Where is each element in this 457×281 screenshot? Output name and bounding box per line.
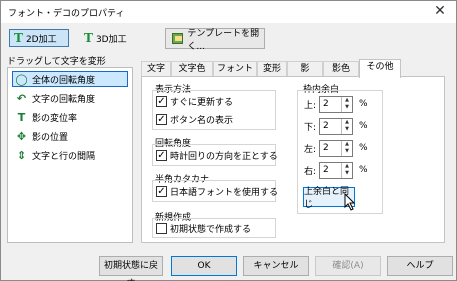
clockwise-checkbox[interactable]: ✓ 時計回りの方向を正とする [156,149,278,162]
margin-left-spinner[interactable]: 2 ▲ ▼ [319,139,353,157]
show-button-names-check[interactable]: ✓ [156,114,167,125]
tab-text[interactable]: 文字 [141,61,171,77]
list-item-label: 影の変位率 [32,113,78,124]
spin-arrows-icon[interactable]: ▲ ▼ [341,162,352,178]
margin-right-unit: % [359,165,368,175]
list-item-whole-rotation[interactable]: ◯ 全体の回転角度 [12,71,128,87]
show-button-names-label: ボタン名の表示 [170,116,234,126]
japanese-font-label: 日本語フォントを使用する [170,188,279,198]
list-item-char-rotation[interactable]: ↶ 文字の回転角度 [12,90,128,106]
tab-other[interactable]: その他 [359,59,401,78]
help-button[interactable]: ヘルプ [387,256,453,276]
mode-3d-label: 3D加工 [95,34,127,45]
tab-shadow-color[interactable]: 影色 [323,61,359,77]
margin-left-unit: % [359,143,368,153]
ok-button[interactable]: OK [171,256,237,276]
margin-top-value[interactable]: 2 [320,99,341,109]
margin-bottom-spinner[interactable]: 2 ▲ ▼ [319,117,353,135]
margin-bottom-unit: % [359,121,368,131]
margin-right-value[interactable]: 2 [320,165,341,175]
tab-strip: 文字 文字色 フォント 変形 影 影色 その他 [141,59,441,78]
rotate-whole-icon: ◯ [15,72,28,86]
clockwise-label: 時計回りの方向を正とする [170,152,278,162]
properties-dialog: フォント・デコのプロパティ ✕ T 2D加工 T 3D加工 テンプレートを開く.… [0,0,457,281]
t-2d-icon: T [14,31,23,45]
open-template-button[interactable]: テンプレートを開く... [165,28,265,52]
list-item-label: 文字の回転角度 [32,94,96,105]
title-bar: フォント・デコのプロパティ ✕ [1,1,456,23]
list-item-label: 影の位置 [32,132,69,143]
rotate-char-icon: ↶ [16,91,27,105]
open-template-label: テンプレートを開く... [187,28,260,52]
margin-right-label: 右: [303,166,316,177]
close-button[interactable]: ✕ [428,3,452,20]
mode-3d-button[interactable]: T 3D加工 [79,29,139,47]
margin-right-row: 右: 2 ▲ ▼ % [301,161,368,179]
list-item-label: 全体の回転角度 [32,75,96,86]
tab-text-color[interactable]: 文字色 [171,61,213,77]
japanese-font-checkbox[interactable]: ✓ 日本語フォントを使用する [156,185,278,198]
margin-bottom-row: 下: 2 ▲ ▼ % [301,117,368,135]
margin-top-label: 上: [303,100,316,111]
list-item-label: 文字と行の間隔 [32,151,96,162]
mouse-cursor-icon [344,193,356,211]
reset-button[interactable]: 初期状態に戻す [99,256,163,281]
create-initial-check[interactable] [156,223,167,234]
spin-arrows-icon[interactable]: ▲ ▼ [341,96,352,112]
margin-top-unit: % [359,99,368,109]
spacing-icon: ⇕ [16,148,27,162]
create-initial-label: 初期状態で作成する [170,225,252,235]
spin-arrows-icon[interactable]: ▲ ▼ [341,140,352,156]
update-now-check[interactable]: ✓ [156,96,167,107]
margin-left-label: 左: [303,144,316,155]
margin-left-value[interactable]: 2 [320,143,341,153]
show-button-names-checkbox[interactable]: ✓ ボタン名の表示 [156,113,233,126]
drag-transform-heading: ドラッグして文字を変形 [7,57,106,67]
margin-right-spinner[interactable]: 2 ▲ ▼ [319,161,353,179]
apply-button[interactable]: 確認(A) [315,256,381,276]
update-now-label: すぐに更新する [170,98,234,108]
margin-left-row: 左: 2 ▲ ▼ % [301,139,368,157]
shadow-ratio-icon: T [17,110,26,124]
spin-arrows-icon[interactable]: ▲ ▼ [341,118,352,134]
margin-top-spinner[interactable]: 2 ▲ ▼ [319,95,353,113]
cancel-button[interactable]: キャンセル [243,256,309,276]
create-initial-checkbox[interactable]: 初期状態で作成する [156,222,251,235]
margin-bottom-label: 下: [303,122,316,133]
tab-transform[interactable]: 変形 [257,61,287,77]
japanese-font-check[interactable]: ✓ [156,186,167,197]
clockwise-check[interactable]: ✓ [156,150,167,161]
tab-font[interactable]: フォント [213,61,257,77]
tab-shadow[interactable]: 影 [287,61,323,77]
margin-bottom-value[interactable]: 2 [320,121,341,131]
update-now-checkbox[interactable]: ✓ すぐに更新する [156,95,233,108]
transform-list: ◯ 全体の回転角度 ↶ 文字の回転角度 T 影の変位率 ✥ 影の位置 ⇕ 文字と… [7,67,133,243]
t-3d-icon: T [84,31,93,45]
template-icon [172,33,184,44]
window-title: フォント・デコのプロパティ [8,9,125,19]
list-item-spacing[interactable]: ⇕ 文字と行の間隔 [12,147,128,163]
list-item-shadow-ratio[interactable]: T 影の変位率 [12,109,128,125]
margin-top-row: 上: 2 ▲ ▼ % [301,95,368,113]
mode-2d-button[interactable]: T 2D加工 [9,29,69,47]
shadow-position-icon: ✥ [16,129,27,143]
mode-2d-label: 2D加工 [25,34,57,45]
list-item-shadow-position[interactable]: ✥ 影の位置 [12,128,128,144]
